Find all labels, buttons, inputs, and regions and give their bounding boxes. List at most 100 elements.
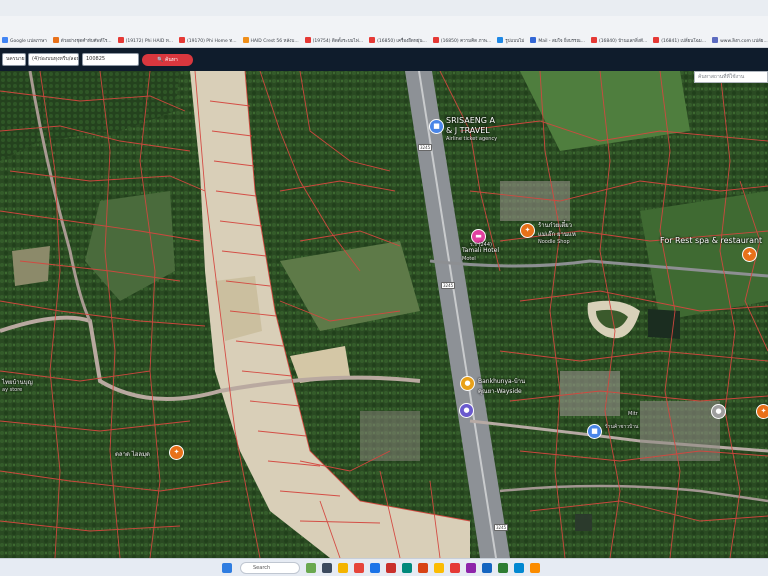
place-marker[interactable]: ●: [459, 403, 474, 418]
coffee-icon: ●: [464, 379, 471, 387]
shop-marker[interactable]: ■: [587, 424, 602, 439]
app-icon-purple[interactable]: [466, 563, 476, 573]
travel-agency-marker[interactable]: ■: [429, 119, 444, 134]
bookmark-item[interactable]: (16840) บ้านแลกสิ่งดี...: [590, 37, 648, 44]
fork-knife-icon: ✦: [173, 448, 180, 456]
widgets-icon[interactable]: [306, 563, 316, 573]
road-shield: 3245: [418, 144, 433, 151]
word-icon[interactable]: [482, 563, 492, 573]
map-label-bankhunya: Bankhunya-บ้าน: [478, 378, 526, 385]
road-shield: 3245: [441, 282, 456, 289]
bookmark-favicon-icon: [304, 37, 311, 43]
browser-top-strip: [0, 0, 768, 16]
search-button[interactable]: 🔍 ค้นหา: [142, 54, 193, 66]
bookmark-label: www.ลิงก.com แปลัย...: [720, 38, 768, 44]
district-select[interactable]: (4)ร่องบนหุงหรีบ/ลอนกาย: [28, 53, 79, 66]
file-explorer-icon[interactable]: [338, 563, 348, 573]
bookmark-label: ตัวอย่างชุดคำทับศัพท์โร...: [60, 38, 112, 44]
map-label-bankhunya-2: คุณยา-Wayside: [478, 388, 522, 395]
briefcase-icon: ■: [433, 122, 440, 130]
bookmark-favicon-icon: [369, 37, 376, 43]
taskbar-search[interactable]: Search: [240, 562, 300, 574]
app-icon-orange[interactable]: [418, 563, 428, 573]
edge-icon[interactable]: [370, 563, 380, 573]
road-shield: 3245: [494, 524, 509, 531]
bookmark-favicon-icon: [712, 37, 719, 43]
map-label-hotel-rating: ร.ร (244): [470, 242, 492, 248]
bookmark-item[interactable]: (16850) เครื่องยืดหยุ่น...: [369, 37, 427, 44]
food-marker[interactable]: ✦: [756, 404, 768, 419]
bookmark-item[interactable]: Mail - สมใจ ยิ่งบรรณ...: [530, 37, 585, 44]
map-place-search[interactable]: ค้นหาสถานที่ที่ใช้งาน: [694, 71, 768, 83]
map-label-travel-2: & J TRAVEL: [446, 126, 490, 135]
app-icon-red[interactable]: [386, 563, 396, 573]
map-toolbar: นครนายก (4)ร่องบนหุงหรีบ/ลอนกาย 100825 🔍…: [0, 48, 768, 71]
fork-knife-icon: ✦: [760, 407, 767, 415]
bookmark-label: Mail - สมใจ ยิ่งบรรณ...: [538, 38, 585, 44]
search-label: Search: [253, 565, 271, 571]
map-label-travel: SRISAENG A: [446, 116, 495, 125]
bookmark-label: (19172) Phi HAID ท...: [125, 38, 174, 44]
bookmark-item[interactable]: (16850) ความคิด ภาพ...: [432, 37, 492, 44]
app-icon-orange-2[interactable]: [530, 563, 540, 573]
bookmark-item[interactable]: (16841) เปลี่ยนโฉม...: [653, 37, 706, 44]
map-label-shop-left: ไทยบ้านบุญ: [2, 379, 33, 386]
map-label-hotel-type: Motel: [462, 256, 476, 262]
chrome-icon[interactable]: [354, 563, 364, 573]
map-label-spa: For Rest spa & restaurant: [660, 236, 763, 245]
bookmark-favicon-icon: [52, 37, 59, 43]
search-icon: 🔍: [157, 57, 164, 63]
bookmark-favicon-icon: [432, 37, 439, 43]
bookmark-item[interactable]: Google แปลภาษา: [2, 37, 47, 44]
bookmark-favicon-icon: [242, 37, 249, 43]
map-label-noodle-2: แม่เอ๊ก ยานแห: [538, 231, 576, 238]
bookmark-favicon-icon: [2, 37, 8, 43]
search-button-label: ค้นหา: [164, 57, 178, 63]
task-view-icon[interactable]: [322, 563, 332, 573]
satellite-map[interactable]: 3245 3245 3245 ■ ✦ ▬ ✦ ● ● ✦ ■ ● ✦ SRISA…: [0, 71, 768, 558]
bookmark-label: (19170) Phi Home ท...: [187, 38, 237, 44]
bookmark-item[interactable]: HAID Crest 56 หลังบ...: [242, 37, 299, 44]
map-label-travel-type: Airline ticket agency: [446, 136, 498, 142]
bookmark-item[interactable]: (19754) ติดตั้งระบบไฟ...: [304, 37, 364, 44]
map-label-shop-left-2: ay store: [2, 387, 23, 393]
bookmark-favicon-icon: [117, 37, 124, 43]
bookmark-item[interactable]: รูปแบบไม่: [497, 37, 524, 44]
app-icon-blue[interactable]: [514, 563, 524, 573]
bookmark-label: (16850) ความคิด ภาพ...: [440, 38, 492, 44]
bookmark-item[interactable]: ตัวอย่างชุดคำทับศัพท์โร...: [52, 37, 112, 44]
app-icon-yellow[interactable]: [434, 563, 444, 573]
excel-icon[interactable]: [498, 563, 508, 573]
province-select[interactable]: นครนายก: [2, 53, 26, 66]
bookmark-label: (19754) ติดตั้งระบบไฟ...: [312, 38, 364, 44]
bookmark-favicon-icon: [530, 37, 537, 43]
cart-icon: ■: [591, 427, 598, 435]
bookmark-item[interactable]: (19170) Phi Home ท...: [179, 37, 237, 44]
bookmark-label: Google แปลภาษา: [10, 38, 47, 44]
bookmark-label: (16841) เปลี่ยนโฉม...: [661, 38, 707, 44]
bookmark-item[interactable]: www.ลิงก.com แปลัย...: [712, 37, 768, 44]
bookmarks-bar: Google แปลภาษา ตัวอย่างชุดคำทับศัพท์โร...…: [0, 33, 768, 47]
bookmark-favicon-icon: [179, 37, 186, 43]
bookmark-favicon-icon: [497, 37, 504, 43]
place-marker-grey[interactable]: ●: [711, 404, 726, 419]
bankhunya-marker[interactable]: ●: [460, 376, 475, 391]
map-label-market: ตลาด ไฮลมุด: [115, 451, 150, 458]
bookmark-label: HAID Crest 56 หลังบ...: [250, 38, 299, 44]
start-icon[interactable]: [222, 563, 232, 573]
bookmark-item[interactable]: (19172) Phi HAID ท...: [117, 37, 174, 44]
bed-icon: ▬: [475, 232, 482, 240]
restaurant-marker[interactable]: ✦: [520, 223, 535, 238]
bookmark-label: (16840) บ้านแลกสิ่งดี...: [598, 38, 648, 44]
spa-restaurant-marker[interactable]: ✦: [742, 247, 757, 262]
parcel-number-input[interactable]: 100825: [82, 53, 139, 66]
bookmark-label: รูปแบบไม่: [505, 38, 525, 44]
app-icon-teal[interactable]: [402, 563, 412, 573]
map-label-noodle-type: Noodle Shop: [538, 239, 570, 245]
bookmark-label: (16850) เครื่องยืดหยุ่น...: [377, 38, 427, 44]
map-label-right-2: ร้านค้าชาวบ้าน: [605, 424, 639, 430]
market-marker[interactable]: ✦: [169, 445, 184, 460]
fork-knife-icon: ✦: [746, 250, 753, 258]
map-canvas[interactable]: [0, 71, 768, 558]
app-icon-red-2[interactable]: [450, 563, 460, 573]
